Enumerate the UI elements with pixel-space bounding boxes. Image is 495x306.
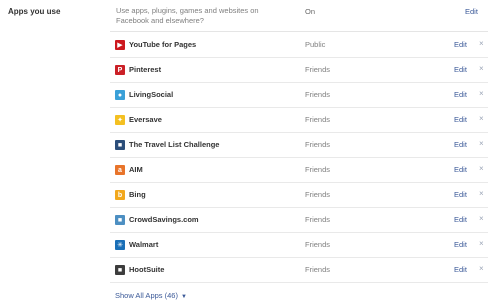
app-audience: Friends [305, 115, 331, 124]
remove-app-icon[interactable]: × [479, 164, 484, 173]
pinterest-icon: P [115, 65, 125, 75]
apps-setting-edit-link[interactable]: Edit [465, 7, 478, 16]
app-audience: Friends [305, 90, 331, 99]
app-row: P Pinterest Friends Edit × [110, 58, 488, 83]
app-audience: Friends [305, 165, 331, 174]
section-label: Apps you use [8, 7, 61, 16]
walmart-icon: ✳ [115, 240, 125, 250]
divider [110, 31, 488, 32]
hootsuite-icon: ■ [115, 265, 125, 275]
remove-app-icon[interactable]: × [479, 64, 484, 73]
app-row: ✦ Eversave Friends Edit × [110, 108, 488, 133]
app-audience: Friends [305, 65, 331, 74]
chevron-down-icon: ▼ [180, 294, 187, 300]
remove-app-icon[interactable]: × [479, 239, 484, 248]
app-row: b Bing Friends Edit × [110, 183, 488, 208]
app-row: ■ The Travel List Challenge Friends Edit × [110, 133, 488, 158]
app-name[interactable]: CrowdSavings.com [129, 215, 199, 224]
remove-app-icon[interactable]: × [479, 114, 484, 123]
app-name[interactable]: Walmart [129, 240, 158, 249]
livingsocial-icon: ● [115, 90, 125, 100]
apps-setting-status: On [305, 7, 316, 16]
eversave-icon: ✦ [115, 115, 125, 125]
remove-app-icon[interactable]: × [479, 139, 484, 148]
app-row: ✳ Walmart Friends Edit × [110, 233, 488, 258]
app-edit-link[interactable]: Edit [454, 40, 467, 49]
app-edit-link[interactable]: Edit [454, 115, 467, 124]
remove-app-icon[interactable]: × [479, 189, 484, 198]
travel-list-icon: ■ [115, 140, 125, 150]
remove-app-icon[interactable]: × [479, 39, 484, 48]
crowdsavings-icon: ■ [115, 215, 125, 225]
app-edit-link[interactable]: Edit [454, 240, 467, 249]
apps-setting-description: Use apps, plugins, games and websites on… [116, 6, 259, 25]
app-name[interactable]: HootSuite [129, 265, 164, 274]
app-row: ■ HootSuite Friends Edit × [110, 258, 488, 283]
app-row: ▶ YouTube for Pages Public Edit × [110, 33, 488, 58]
app-edit-link[interactable]: Edit [454, 65, 467, 74]
app-name[interactable]: The Travel List Challenge [129, 140, 219, 149]
show-all-apps-link[interactable]: Show All Apps (46) ▼ [115, 291, 187, 300]
youtube-icon: ▶ [115, 40, 125, 50]
app-name[interactable]: Pinterest [129, 65, 161, 74]
app-edit-link[interactable]: Edit [454, 90, 467, 99]
aim-icon: a [115, 165, 125, 175]
app-row: ● LivingSocial Friends Edit × [110, 83, 488, 108]
remove-app-icon[interactable]: × [479, 89, 484, 98]
app-name[interactable]: YouTube for Pages [129, 40, 196, 49]
app-edit-link[interactable]: Edit [454, 165, 467, 174]
app-name[interactable]: LivingSocial [129, 90, 173, 99]
app-edit-link[interactable]: Edit [454, 215, 467, 224]
app-list: ▶ YouTube for Pages Public Edit × P Pinterest F… [110, 33, 488, 283]
app-edit-link[interactable]: Edit [454, 190, 467, 199]
bing-icon: b [115, 190, 125, 200]
app-audience: Friends [305, 215, 331, 224]
app-edit-link[interactable]: Edit [454, 265, 467, 274]
app-row: ■ CrowdSavings.com Friends Edit × [110, 208, 488, 233]
app-audience: Public [305, 40, 326, 49]
app-name[interactable]: AIM [129, 165, 143, 174]
app-name[interactable]: Bing [129, 190, 146, 199]
show-all-apps-label: Show All Apps (46) [115, 291, 178, 300]
app-name[interactable]: Eversave [129, 115, 162, 124]
app-audience: Friends [305, 140, 331, 149]
app-row: a AIM Friends Edit × [110, 158, 488, 183]
app-audience: Friends [305, 240, 331, 249]
app-edit-link[interactable]: Edit [454, 140, 467, 149]
remove-app-icon[interactable]: × [479, 214, 484, 223]
app-audience: Friends [305, 190, 331, 199]
app-audience: Friends [305, 265, 331, 274]
remove-app-icon[interactable]: × [479, 264, 484, 273]
